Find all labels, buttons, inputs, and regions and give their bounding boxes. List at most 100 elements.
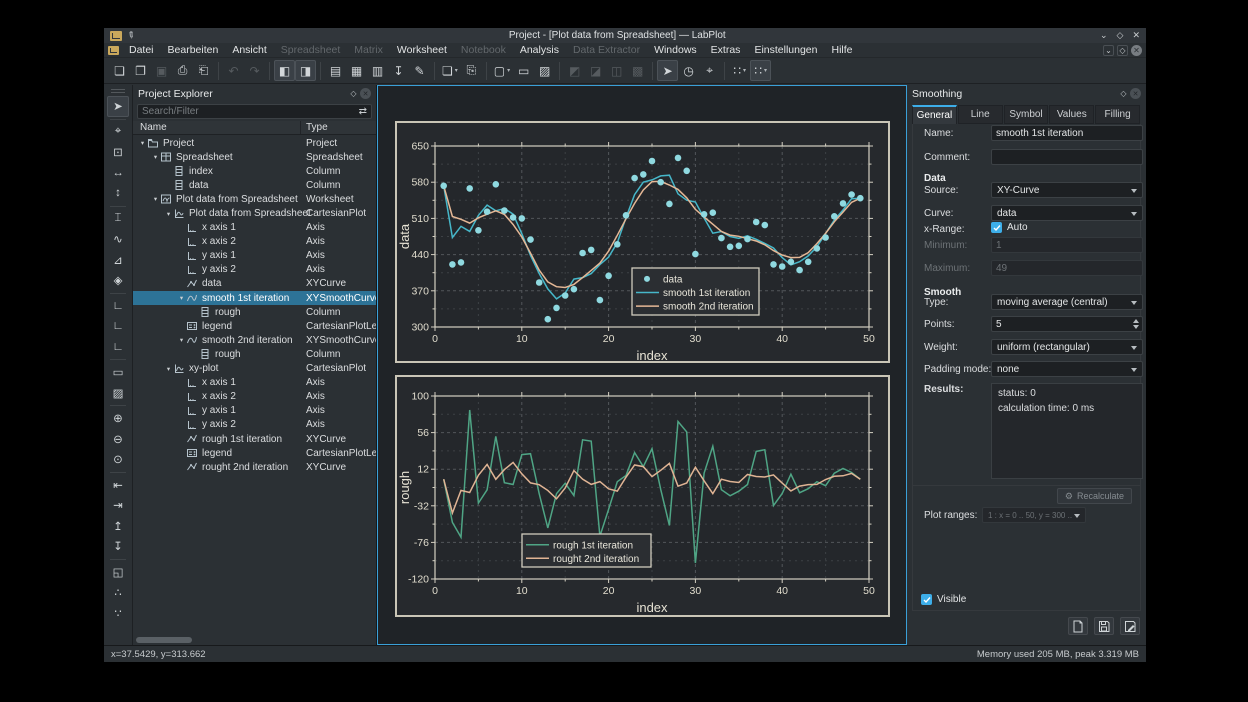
tab-values[interactable]: Values (1049, 105, 1094, 124)
auto-scale-button[interactable]: ◱ (107, 562, 129, 583)
save-template-button[interactable] (1094, 617, 1114, 635)
tab-line[interactable]: Line (958, 105, 1003, 124)
menu-bearbeiten[interactable]: Bearbeiten (161, 44, 226, 56)
zoom-in-button[interactable]: ⊕ (107, 408, 129, 429)
search-input[interactable] (142, 106, 356, 117)
select-cursor-button[interactable]: ➤ (107, 96, 129, 117)
tree-row[interactable]: indexColumn (133, 164, 376, 178)
zoom-origin-button[interactable]: ⊙ (107, 449, 129, 470)
tree-row[interactable]: dataXYCurve (133, 277, 376, 291)
tab-symbol[interactable]: Symbol (1004, 105, 1049, 124)
auto-scale-x-button[interactable]: ∴ (107, 582, 129, 603)
tree-row[interactable]: rough 1st iterationXYCurve (133, 432, 376, 446)
tree-row[interactable]: dataColumn (133, 178, 376, 192)
expander-icon[interactable]: ▾ (164, 210, 173, 218)
tree-row[interactable]: legendCartesianPlotLegend (133, 446, 376, 460)
visible-checkbox[interactable] (921, 594, 932, 605)
tree-row[interactable]: x axis 2Axis (133, 235, 376, 249)
expander-icon[interactable]: ▾ (177, 336, 186, 344)
tree-row[interactable]: legendCartesianPlotLegend (133, 319, 376, 333)
filter-icon[interactable]: ⇄ (359, 106, 367, 117)
tree-row[interactable]: y axis 2Axis (133, 418, 376, 432)
tree-row[interactable]: ▾smooth 1st iterationXYSmoothCurve (133, 291, 376, 305)
expander-icon[interactable]: ▾ (177, 294, 186, 302)
shift-right-x-button[interactable]: ⇥ (107, 495, 129, 516)
zoom-x-select-button[interactable]: ↔ (107, 163, 129, 184)
close-panel-icon[interactable]: ✕ (1130, 88, 1141, 99)
tree-row[interactable]: ▾SpreadsheetSpreadsheet (133, 150, 376, 164)
tree-row[interactable]: y axis 2Axis (133, 263, 376, 277)
tree-row[interactable]: ▾smooth 2nd iterationXYSmoothCurve (133, 333, 376, 347)
comment-field[interactable] (991, 149, 1143, 165)
menu-datei[interactable]: Datei (122, 44, 161, 56)
add-curve-button[interactable]: ∿ (107, 229, 129, 250)
navigate-mode-button[interactable]: ◷ (678, 60, 699, 81)
menu-hilfe[interactable]: Hilfe (824, 44, 859, 56)
magnification-button[interactable]: ∷▾ (729, 60, 750, 81)
zoom-mode-button[interactable]: ▢▾ (491, 60, 513, 81)
expander-icon[interactable]: ▾ (151, 195, 160, 203)
save-template-as-button[interactable] (1120, 617, 1140, 635)
print-button[interactable]: ⎙ (172, 60, 193, 81)
curve-select[interactable]: data (991, 205, 1143, 221)
points-stepper[interactable] (991, 316, 1143, 332)
select-mode-button[interactable]: ➤ (657, 60, 678, 81)
tree-row[interactable]: roughColumn (133, 305, 376, 319)
new-project-button[interactable]: ❏ (109, 60, 130, 81)
add-custom-axis-button[interactable]: ∟ (107, 337, 129, 358)
plot-1[interactable]: 01020304050650580510440370300dataindexda… (395, 121, 890, 363)
add-histogram-button[interactable]: ⊿ (107, 250, 129, 271)
tree-row[interactable]: y axis 1Axis (133, 404, 376, 418)
fit-to-page-button[interactable]: ▭ (513, 60, 534, 81)
menu-ansicht[interactable]: Ansicht (225, 44, 273, 56)
worksheet-view[interactable]: 01020304050650580510440370300dataindexda… (377, 85, 907, 645)
expander-icon[interactable]: ▾ (138, 139, 147, 147)
mdi-minimize-button[interactable]: ⌄ (1103, 45, 1114, 56)
tree-row[interactable]: x axis 2Axis (133, 390, 376, 404)
new-worksheet-button[interactable]: ❏▾ (439, 60, 461, 81)
mdi-restore-button[interactable]: ◇ (1117, 45, 1128, 56)
expander-icon[interactable]: ▾ (164, 365, 173, 373)
menu-einstellungen[interactable]: Einstellungen (747, 44, 824, 56)
column-header-name[interactable]: Name (133, 121, 301, 134)
plot-2[interactable]: 010203040501005612-32-76-120roughindexro… (395, 375, 890, 617)
add-boxplot-button[interactable]: ◈ (107, 270, 129, 291)
source-select[interactable]: XY-Curve (991, 182, 1143, 198)
auto-checkbox[interactable] (991, 222, 1002, 233)
tree-row[interactable]: roughColumn (133, 347, 376, 361)
padding-mode-select[interactable]: none (991, 361, 1143, 377)
zoom-select-button[interactable]: ⊡ (107, 142, 129, 163)
tree-row[interactable]: ▾xy-plotCartesianPlot (133, 362, 376, 376)
horizontal-scrollbar[interactable] (133, 636, 376, 645)
menu-analysis[interactable]: Analysis (513, 44, 566, 56)
new-workbook-button[interactable]: ▥ (367, 60, 388, 81)
maximize-window-button[interactable]: ◇ (1117, 30, 1124, 41)
shift-left-x-button[interactable]: ⇤ (107, 475, 129, 496)
zoom-y-select-button[interactable]: ↕ (107, 183, 129, 204)
column-header-type[interactable]: Type (301, 122, 376, 133)
spin-down-icon[interactable] (1133, 325, 1139, 329)
points-field[interactable] (992, 319, 1130, 330)
zoom-select-mode-button[interactable]: ⌖ (699, 60, 720, 81)
mdi-close-button[interactable]: ✕ (1131, 45, 1142, 56)
menu-extras[interactable]: Extras (704, 44, 748, 56)
new-spreadsheet-button[interactable]: ▤ (325, 60, 346, 81)
spin-up-icon[interactable] (1133, 319, 1139, 323)
add-text-label-button[interactable]: ⌶ (107, 209, 129, 230)
tree-row[interactable]: ▾Plot data from SpreadsheetCartesianPlot (133, 206, 376, 220)
add-vertical-axis-button[interactable]: ∟ (107, 316, 129, 337)
import-data-button[interactable]: ↧ (388, 60, 409, 81)
crosshair-cursor-button[interactable]: ⌖ (107, 122, 129, 143)
tree-row[interactable]: ▾Plot data from SpreadsheetWorksheet (133, 192, 376, 206)
toggle-properties-dock-button[interactable]: ◨ (295, 60, 316, 81)
minimize-window-button[interactable]: ⌄ (1100, 30, 1108, 41)
new-note-button[interactable]: ✎ (409, 60, 430, 81)
zoom-out-button[interactable]: ⊖ (107, 429, 129, 450)
name-field[interactable] (991, 125, 1143, 141)
new-matrix-button[interactable]: ▦ (346, 60, 367, 81)
type-select[interactable]: moving average (central) (991, 294, 1143, 310)
close-panel-icon[interactable]: ✕ (360, 88, 371, 99)
tree-row[interactable]: ▾ProjectProject (133, 136, 376, 150)
tree-row[interactable]: rought 2nd iterationXYCurve (133, 460, 376, 474)
shift-up-y-button[interactable]: ↥ (107, 516, 129, 537)
